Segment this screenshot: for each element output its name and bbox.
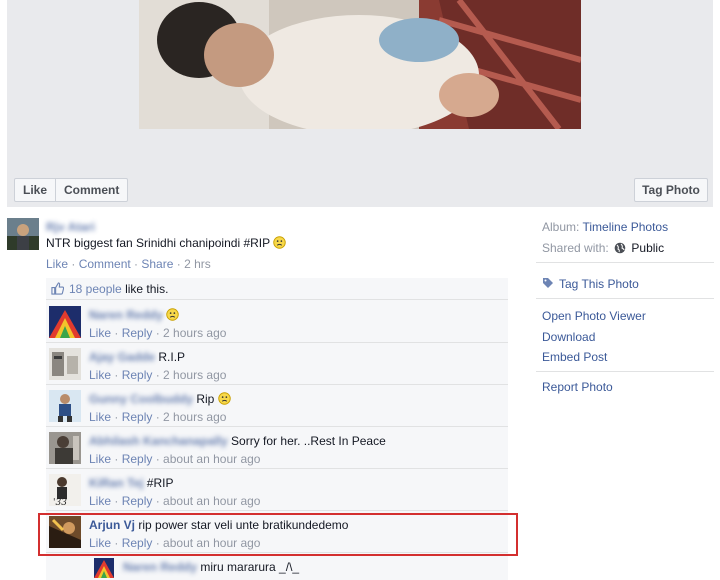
reply-text: miru mararura _/\_ bbox=[200, 560, 300, 574]
comment-timestamp[interactable]: 2 hrs bbox=[184, 257, 211, 271]
avatar-image bbox=[94, 558, 114, 578]
reply-timestamp[interactable]: 2 hours ago bbox=[163, 410, 226, 424]
avatar[interactable] bbox=[94, 558, 114, 578]
reply-like-link[interactable]: Like bbox=[89, 452, 111, 466]
reply-item: Naren Reddy Like · Reply · 2 hours ago bbox=[46, 301, 508, 343]
avatar-image bbox=[49, 348, 81, 380]
avatar[interactable]: '33 bbox=[49, 474, 81, 506]
avatar-image: '33 bbox=[49, 474, 81, 506]
reply-item: Abhilash Kanchanapally Sorry for her. ..… bbox=[46, 427, 508, 469]
album-link[interactable]: Timeline Photos bbox=[582, 220, 668, 234]
avatar[interactable] bbox=[7, 218, 39, 250]
avatar-image bbox=[49, 306, 81, 338]
tag-icon bbox=[543, 278, 553, 288]
shared-with-label: Shared with: bbox=[542, 241, 609, 255]
tag-photo-button[interactable]: Tag Photo bbox=[634, 178, 708, 202]
tag-this-photo-link[interactable]: Tag This Photo bbox=[542, 277, 639, 291]
reply-reply-link[interactable]: Reply bbox=[122, 326, 153, 340]
reply-item: '33 KiRan Tej #RIP Like · Reply · about … bbox=[46, 469, 508, 511]
nested-reply: Naren Reddy miru mararura _/\_ bbox=[46, 555, 508, 580]
reply-item: Ajay Gadde R.I.P Like · Reply · 2 hours … bbox=[46, 343, 508, 385]
comment-like-link[interactable]: Like bbox=[46, 257, 68, 271]
reply-text: R.I.P bbox=[158, 350, 186, 364]
comment-actions: Like · Comment · Share · 2 hrs bbox=[46, 257, 211, 271]
comment-comment-link[interactable]: Comment bbox=[79, 257, 131, 271]
globe-icon bbox=[614, 242, 626, 254]
divider bbox=[536, 262, 714, 263]
comment-text: NTR biggest fan Srinidhi chanipoindi #RI… bbox=[46, 236, 270, 250]
divider bbox=[536, 371, 714, 372]
highlight-box bbox=[38, 513, 518, 556]
reply-author[interactable]: Naren Reddy bbox=[89, 308, 163, 322]
photo-action-group: Like Comment bbox=[14, 178, 129, 202]
comment-author[interactable]: Rjv Atari bbox=[46, 220, 95, 234]
report-photo-link[interactable]: Report Photo bbox=[542, 380, 613, 394]
like-button[interactable]: Like bbox=[15, 179, 55, 201]
avatar[interactable] bbox=[49, 348, 81, 380]
reply-item: Gunny Coolbuddy Rip Like · Reply · 2 hou… bbox=[46, 385, 508, 427]
thumbs-up-icon bbox=[51, 282, 64, 295]
reply-text: #RIP bbox=[146, 476, 174, 490]
reply-reply-link[interactable]: Reply bbox=[122, 452, 153, 466]
avatar-image bbox=[49, 432, 81, 464]
download-link[interactable]: Download bbox=[542, 330, 595, 344]
photo-image bbox=[139, 0, 581, 129]
reply-text: Rip bbox=[196, 392, 215, 406]
reply-author[interactable]: Ajay Gadde bbox=[89, 350, 155, 364]
reply-author[interactable]: Abhilash Kanchanapally bbox=[89, 434, 228, 448]
reply-text: Sorry for her. ..Rest In Peace bbox=[231, 434, 386, 448]
comment-button[interactable]: Comment bbox=[55, 179, 127, 201]
avatar-image bbox=[7, 218, 39, 250]
svg-text:'33: '33 bbox=[53, 498, 67, 506]
reply-like-link[interactable]: Like bbox=[89, 494, 111, 508]
comment-share-link[interactable]: Share bbox=[141, 257, 173, 271]
avatar[interactable] bbox=[49, 390, 81, 422]
embed-post-link[interactable]: Embed Post bbox=[542, 350, 607, 364]
likes-summary: 18 people like this. bbox=[46, 278, 508, 300]
reply-author[interactable]: Naren Reddy bbox=[123, 560, 197, 574]
reply-timestamp[interactable]: 2 hours ago bbox=[163, 326, 226, 340]
reply-reply-link[interactable]: Reply bbox=[122, 368, 153, 382]
tag-this-photo-label: Tag This Photo bbox=[559, 277, 639, 291]
open-photo-viewer-link[interactable]: Open Photo Viewer bbox=[542, 309, 646, 323]
reply-like-link[interactable]: Like bbox=[89, 410, 111, 424]
reply-timestamp[interactable]: about an hour ago bbox=[163, 452, 260, 466]
reply-reply-link[interactable]: Reply bbox=[122, 494, 153, 508]
avatar-image bbox=[49, 390, 81, 422]
sad-emoji-icon bbox=[166, 308, 180, 321]
photo-stage bbox=[7, 0, 713, 207]
reply-like-link[interactable]: Like bbox=[89, 368, 111, 382]
reply-reply-link[interactable]: Reply bbox=[122, 410, 153, 424]
avatar[interactable] bbox=[49, 306, 81, 338]
reply-author[interactable]: KiRan Tej bbox=[89, 476, 143, 490]
album-label: Album: bbox=[542, 220, 580, 234]
post-photo[interactable] bbox=[139, 0, 581, 129]
reply-like-link[interactable]: Like bbox=[89, 326, 111, 340]
reply-timestamp[interactable]: about an hour ago bbox=[163, 494, 260, 508]
likes-count-link[interactable]: 18 people bbox=[69, 282, 122, 296]
privacy-value[interactable]: Public bbox=[631, 241, 664, 255]
reply-author[interactable]: Gunny Coolbuddy bbox=[89, 392, 193, 406]
reply-timestamp[interactable]: 2 hours ago bbox=[163, 368, 226, 382]
divider bbox=[536, 298, 714, 299]
avatar[interactable] bbox=[49, 432, 81, 464]
likes-suffix: like this. bbox=[125, 281, 169, 296]
sad-emoji-icon bbox=[217, 392, 231, 405]
sad-emoji-icon bbox=[273, 236, 286, 249]
